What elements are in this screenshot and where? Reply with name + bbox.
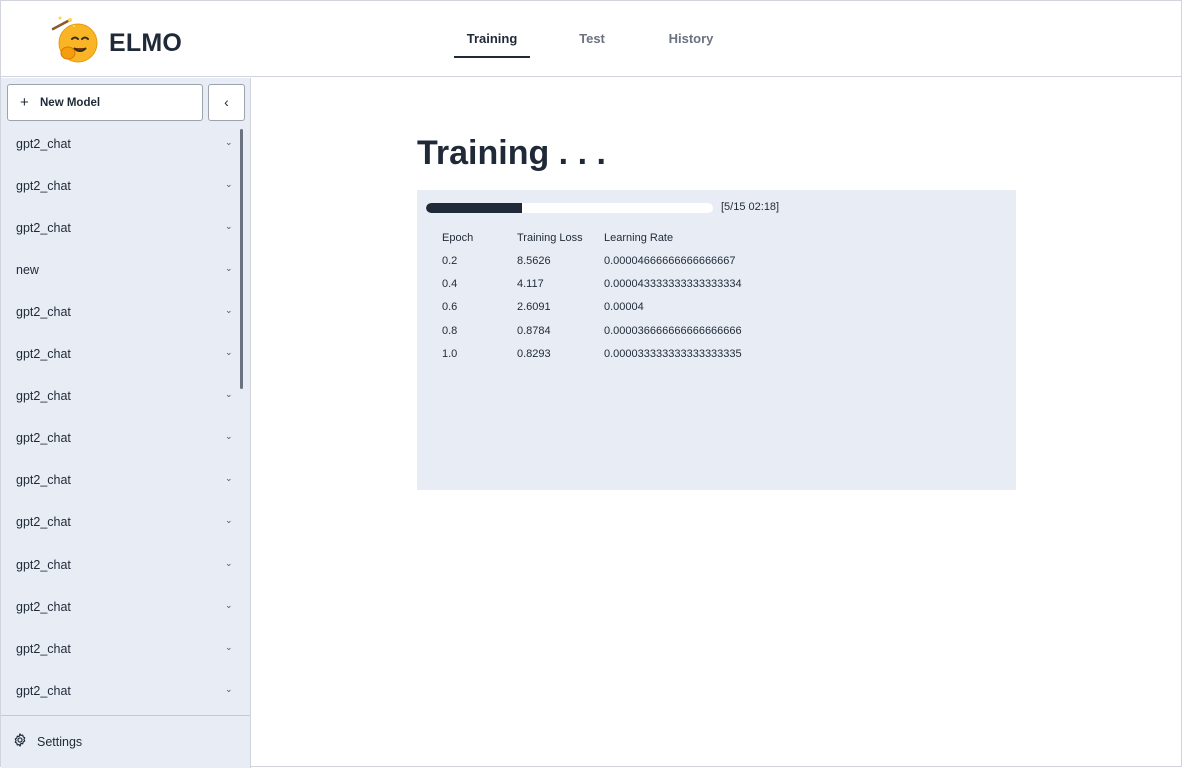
table-row: 0.6 2.6091 0.00004 — [438, 296, 800, 319]
model-item-label: gpt2_chat — [16, 642, 71, 656]
chevron-down-icon: ⌄ — [225, 600, 233, 610]
chevron-down-icon: ⌄ — [225, 642, 233, 652]
chevron-down-icon: ⌄ — [225, 473, 233, 483]
model-item[interactable]: gpt2_chat ⌄ — [1, 463, 239, 505]
chevron-down-icon: ⌄ — [225, 263, 233, 273]
model-item-label: gpt2_chat — [16, 431, 71, 445]
progress-bar — [426, 203, 713, 213]
model-item-label: new — [16, 263, 39, 277]
model-item-label: gpt2_chat — [16, 515, 71, 529]
chevron-down-icon: ⌄ — [225, 305, 233, 315]
model-item-label: gpt2_chat — [16, 558, 71, 572]
model-item[interactable]: gpt2_chat ⌄ — [1, 379, 239, 421]
model-item-label: gpt2_chat — [16, 305, 71, 319]
column-header-epoch: Epoch — [442, 232, 474, 244]
table-cell: 0.8293 — [517, 347, 551, 360]
table-cell: 0.000033333333333333335 — [604, 347, 742, 360]
collapse-sidebar-button[interactable]: ‹ — [208, 84, 245, 121]
model-item-label: gpt2_chat — [16, 137, 71, 151]
table-cell: 0.000036666666666666666 — [604, 324, 742, 337]
model-item[interactable]: gpt2_chat ⌄ — [1, 505, 239, 547]
model-item[interactable]: gpt2_chat ⌄ — [1, 548, 239, 590]
model-item-label: gpt2_chat — [16, 389, 71, 403]
plus-icon: + — [20, 94, 29, 111]
chevron-down-icon: ⌄ — [225, 221, 233, 231]
progress-bar-fill — [426, 203, 522, 213]
chevron-down-icon: ⌄ — [225, 347, 233, 357]
model-list: gpt2_chat ⌄ gpt2_chat ⌄ gpt2_chat ⌄ new ⌄ gp… — [1, 127, 251, 715]
settings-label: Settings — [37, 735, 83, 749]
table-cell: 0.8 — [442, 324, 458, 337]
model-item[interactable]: gpt2_chat ⌄ — [1, 337, 239, 379]
table-row: 0.2 8.5626 0.00004666666666666667 — [438, 249, 800, 272]
model-item-label: gpt2_chat — [16, 600, 71, 614]
table-cell: 0.00004 — [604, 301, 644, 314]
table-cell: 0.00004666666666666667 — [604, 254, 736, 267]
model-item[interactable]: gpt2_chat ⌄ — [1, 421, 239, 463]
app-window: ELMO Training Test History + New Model ‹… — [0, 0, 1182, 768]
model-item[interactable]: new ⌄ — [1, 253, 239, 295]
chevron-down-icon: ⌄ — [225, 389, 233, 399]
model-item-label: gpt2_chat — [16, 179, 71, 193]
training-output-panel: [5/15 02:18] Epoch Training Loss Learnin… — [417, 190, 1016, 490]
table-row: 0.4 4.117 0.000043333333333333334 — [438, 272, 800, 295]
chevron-down-icon: ⌄ — [225, 179, 233, 189]
model-sidebar: + New Model ‹ gpt2_chat ⌄ gpt2_chat ⌄ gpt2… — [1, 78, 251, 768]
table-row: 1.0 0.8293 0.000033333333333333335 — [438, 342, 800, 365]
chevron-down-icon: ⌄ — [225, 137, 233, 147]
model-item[interactable]: gpt2_chat ⌄ — [1, 632, 239, 674]
model-item-label: gpt2_chat — [16, 347, 71, 361]
table-row: 0.8 0.8784 0.000036666666666666666 — [438, 319, 800, 342]
model-item[interactable]: gpt2_chat ⌄ — [1, 674, 239, 715]
model-item[interactable]: gpt2_chat ⌄ — [1, 211, 239, 253]
model-item[interactable]: gpt2_chat ⌄ — [1, 127, 239, 169]
settings-button[interactable]: Settings — [1, 715, 250, 768]
table-cell: 0.000043333333333333334 — [604, 277, 742, 290]
table-cell: 0.6 — [442, 301, 458, 314]
tab-training[interactable]: Training — [454, 31, 530, 58]
model-item[interactable]: gpt2_chat ⌄ — [1, 295, 239, 337]
tab-history[interactable]: History — [658, 31, 724, 58]
model-item[interactable]: gpt2_chat ⌄ — [1, 169, 239, 211]
table-cell: 0.8784 — [517, 324, 551, 337]
hugging-face-logo-icon — [51, 16, 98, 63]
chevron-down-icon: ⌄ — [225, 431, 233, 441]
table-cell: 0.4 — [442, 277, 458, 290]
column-header-learning-rate: Learning Rate — [604, 232, 674, 244]
sidebar-scrollbar[interactable] — [240, 129, 243, 389]
model-item-label: gpt2_chat — [16, 684, 71, 698]
table-cell: 2.6091 — [517, 301, 551, 314]
brand-name: ELMO — [109, 29, 183, 57]
model-item[interactable]: gpt2_chat ⌄ — [1, 590, 239, 632]
gear-icon — [14, 733, 26, 747]
new-model-button[interactable]: + New Model — [7, 84, 203, 121]
table-cell: 1.0 — [442, 347, 458, 360]
model-item-label: gpt2_chat — [16, 473, 71, 487]
new-model-label: New Model — [40, 97, 101, 109]
tab-test[interactable]: Test — [564, 31, 620, 58]
chevron-down-icon: ⌄ — [225, 515, 233, 525]
model-item-label: gpt2_chat — [16, 221, 71, 235]
table-cell: 8.5626 — [517, 254, 551, 267]
training-metrics-table: Epoch Training Loss Learning Rate 0.2 8.… — [438, 227, 800, 365]
page-title: Training . . . — [417, 134, 606, 172]
chevron-down-icon: ⌄ — [225, 558, 233, 568]
table-cell: 0.2 — [442, 254, 458, 267]
table-cell: 4.117 — [517, 277, 544, 290]
table-header-row: Epoch Training Loss Learning Rate — [438, 227, 800, 249]
progress-status: [5/15 02:18] — [721, 201, 780, 213]
column-header-training-loss: Training Loss — [517, 232, 583, 244]
top-header: ELMO Training Test History — [1, 1, 1181, 77]
chevron-down-icon: ⌄ — [225, 684, 233, 694]
chevron-left-icon: ‹ — [224, 94, 229, 110]
